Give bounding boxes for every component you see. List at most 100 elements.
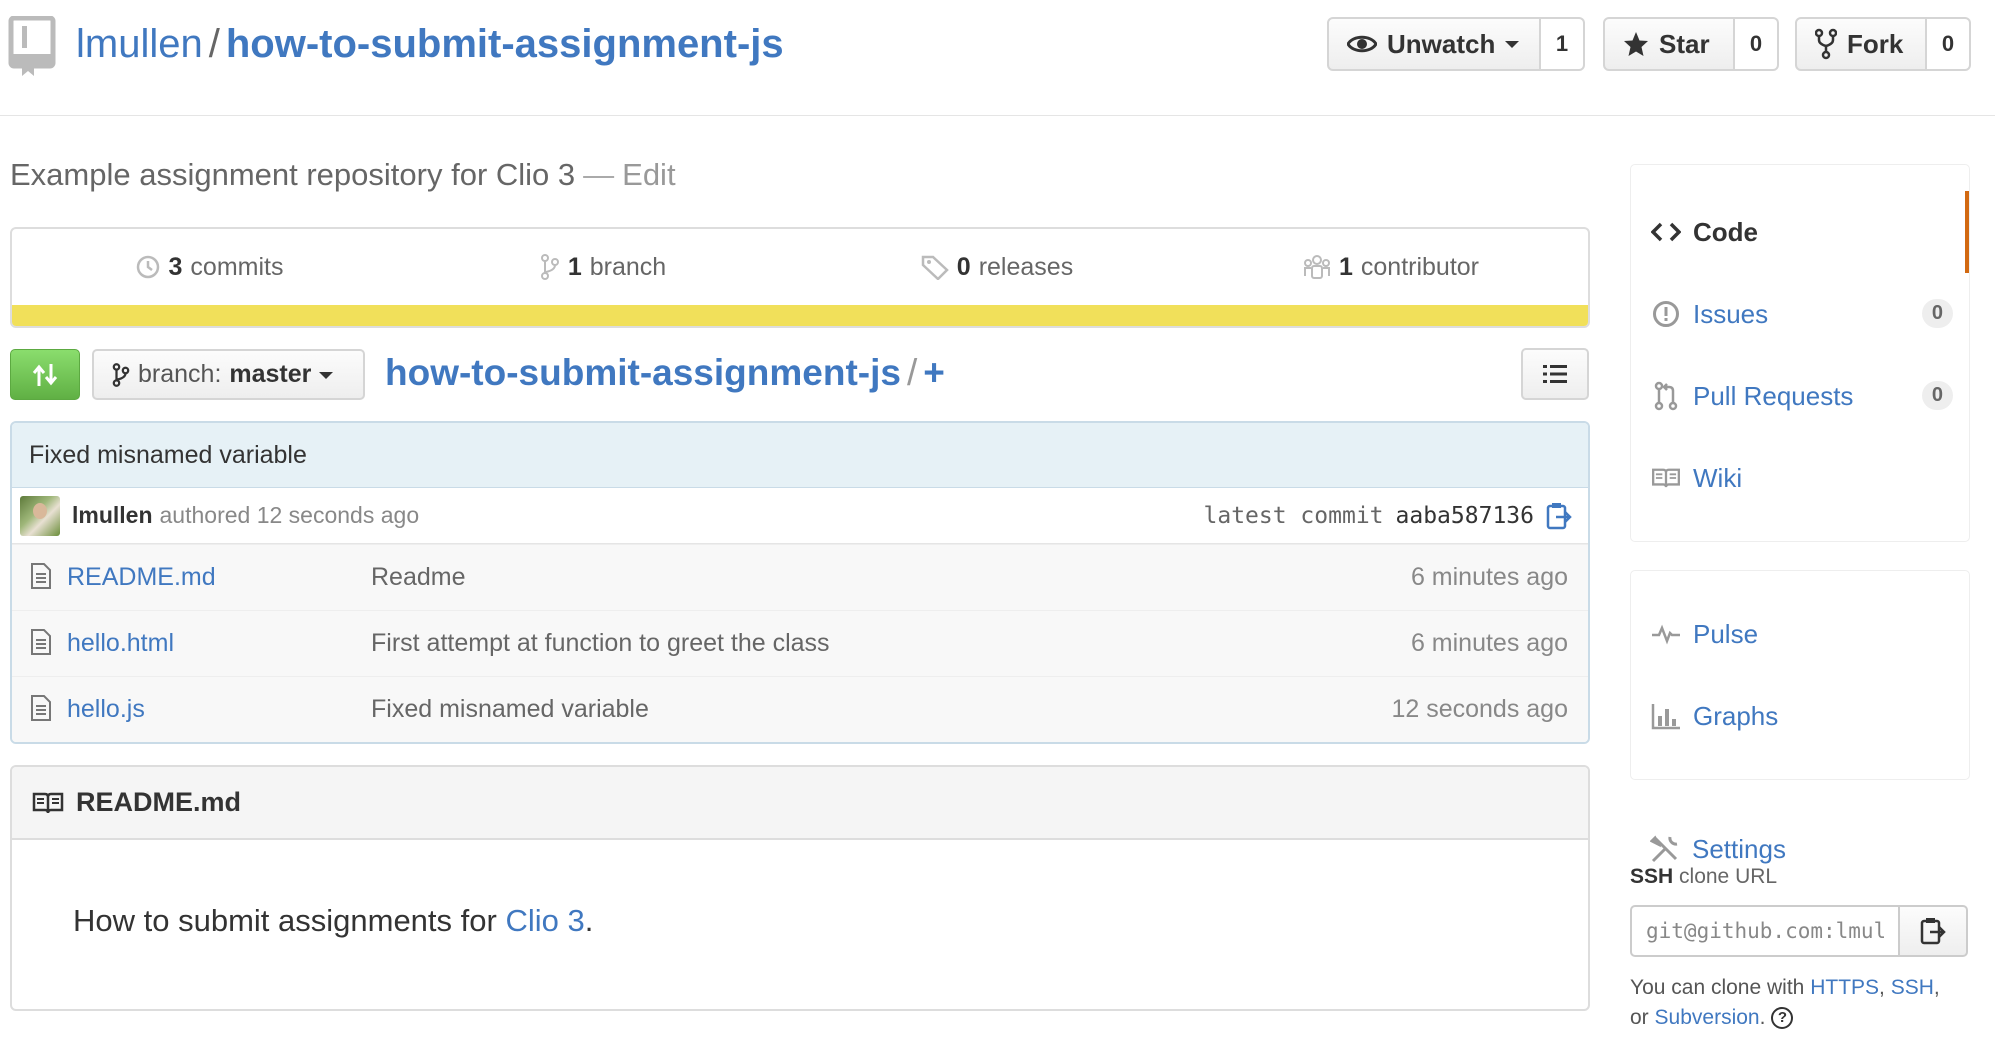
organization-icon <box>1303 254 1331 280</box>
compare-button[interactable] <box>10 349 80 400</box>
graph-icon <box>1651 701 1681 731</box>
copy-clone-url-button[interactable] <box>1900 905 1968 957</box>
tools-icon <box>1650 834 1680 864</box>
sidebar-item-graphs[interactable]: Graphs <box>1631 675 1969 757</box>
file-age: 12 seconds ago <box>1391 695 1568 723</box>
latest-commit-message[interactable]: Fixed misnamed variable <box>12 423 1588 488</box>
latest-commit: latest commit aaba587136 <box>1204 502 1573 530</box>
releases-link[interactable]: 0 releases <box>800 229 1194 305</box>
sidebar-item-label: Pull Requests <box>1693 380 1854 411</box>
sidebar-item-code[interactable]: Code <box>1631 191 1969 273</box>
new-file-link[interactable]: + <box>923 352 945 393</box>
branch-select-button[interactable]: branch: master <box>92 349 365 400</box>
file-commit-message[interactable]: Readme <box>371 563 466 592</box>
question-icon[interactable]: ? <box>1771 1007 1794 1030</box>
readme-box: README.md How to submit assignments for … <box>10 765 1590 1011</box>
clone-help-or: or <box>1630 1006 1649 1029</box>
file-age: 6 minutes ago <box>1410 563 1568 591</box>
owner-link[interactable]: lmullen <box>76 22 203 66</box>
sidebar-item-label: Settings <box>1692 833 1786 864</box>
readme-clio-link[interactable]: Clio 3 <box>505 903 584 938</box>
unwatch-button[interactable]: Unwatch <box>1327 17 1541 71</box>
clone-label: SSH clone URL <box>1630 865 1970 889</box>
releases-count: 0 <box>956 252 971 281</box>
clone-url-input[interactable] <box>1630 905 1900 957</box>
pulse-icon <box>1651 619 1681 649</box>
clone-ssh-link[interactable]: SSH <box>1891 976 1934 999</box>
repo-header: lmullen / how-to-submit-assignment-js Unwa… <box>0 0 1995 116</box>
clone-help-period: . <box>1759 1006 1766 1029</box>
readme-body: How to submit assignments for Clio 3. <box>12 840 1588 939</box>
sidebar-item-label: Issues <box>1693 298 1769 329</box>
sidebar-item-label: Graphs <box>1693 700 1779 731</box>
star-group: Star 0 <box>1603 17 1779 71</box>
contributors-count: 1 <box>1338 252 1353 281</box>
readme-text-end: . <box>584 903 594 938</box>
breadcrumb-repo-link[interactable]: how-to-submit-assignment-js <box>385 352 901 393</box>
commits-link[interactable]: 3 commits <box>12 229 406 305</box>
star-button[interactable]: Star <box>1603 17 1735 71</box>
watchers-count[interactable]: 1 <box>1541 17 1585 71</box>
clone-https-link[interactable]: HTTPS <box>1810 976 1879 999</box>
star-label: Star <box>1659 28 1710 59</box>
branches-label: branch <box>589 252 667 281</box>
file-name-link[interactable]: hello.js <box>67 695 145 724</box>
list-icon <box>1542 364 1568 384</box>
description-text: Example assignment repository for Clio 3 <box>10 157 576 192</box>
file-commit-message[interactable]: Fixed misnamed variable <box>371 695 649 724</box>
commit-author[interactable]: lmullen <box>72 502 153 529</box>
commits-count: 3 <box>168 252 183 281</box>
book-icon <box>1651 463 1681 493</box>
commit-sha-link[interactable]: aaba587136 <box>1396 503 1534 529</box>
fork-button[interactable]: Fork <box>1795 17 1927 71</box>
readme-text: How to submit assignments for <box>73 903 506 938</box>
clone-protocol: SSH <box>1630 865 1674 888</box>
file-name-link[interactable]: README.md <box>67 563 216 592</box>
file-commit-message[interactable]: First attempt at function to greet the c… <box>371 629 830 658</box>
issue-opened-icon <box>1651 299 1681 329</box>
branch-icon <box>112 362 130 388</box>
avatar[interactable] <box>20 495 60 536</box>
clone-help-text: You can clone with HTTPS, SSH, or Subver… <box>1630 973 1970 1033</box>
clipboard-icon <box>1920 916 1946 946</box>
forks-count[interactable]: 0 <box>1927 17 1971 71</box>
clipboard-icon[interactable] <box>1546 502 1572 530</box>
sidebar-item-pulse[interactable]: Pulse <box>1631 593 1969 675</box>
branches-link[interactable]: 1 branch <box>406 229 800 305</box>
file-text-icon <box>30 628 52 656</box>
description-dash: — <box>583 157 615 192</box>
clone-label-text: clone URL <box>1679 865 1778 888</box>
compare-arrows-icon <box>30 360 60 390</box>
sidebar-item-label: Pulse <box>1693 618 1759 649</box>
file-browser: Fixed misnamed variable lmullen authored… <box>10 421 1590 744</box>
sidebar-item-issues[interactable]: Issues 0 <box>1631 273 1969 355</box>
clone-subversion-link[interactable]: Subversion <box>1655 1006 1760 1029</box>
tag-icon <box>921 254 949 280</box>
issues-counter: 0 <box>1921 299 1953 328</box>
code-icon <box>1651 217 1681 247</box>
file-age: 6 minutes ago <box>1410 629 1568 657</box>
repo-icon <box>8 16 58 78</box>
stargazers-count[interactable]: 0 <box>1735 17 1779 71</box>
releases-label: releases <box>978 252 1074 281</box>
sidebar-item-wiki[interactable]: Wiki <box>1631 437 1969 519</box>
sidebar-item-label: Wiki <box>1693 462 1743 493</box>
contributors-label: contributor <box>1360 252 1480 281</box>
file-name-link[interactable]: hello.html <box>67 629 174 658</box>
edit-description-link[interactable]: Edit <box>622 157 675 192</box>
sidebar-item-label: Code <box>1693 216 1758 247</box>
language-bar[interactable] <box>12 305 1588 326</box>
clone-url-box: SSH clone URL You can clone with HTTPS, … <box>1630 865 1970 1033</box>
sidebar-nav-main: Code Issues 0 Pull Requests 0 Wiki <box>1630 164 1970 542</box>
caret-down-icon <box>319 370 334 380</box>
fork-icon <box>1815 28 1837 60</box>
sidebar-item-pull-requests[interactable]: Pull Requests 0 <box>1631 355 1969 437</box>
clone-help-prefix: You can clone with <box>1630 976 1805 999</box>
repo-name-link[interactable]: how-to-submit-assignment-js <box>226 22 784 66</box>
eye-icon <box>1347 33 1377 55</box>
latest-commit-label: latest commit <box>1203 503 1384 529</box>
repo-title: lmullen / how-to-submit-assignment-js <box>76 20 784 68</box>
toggle-list-button[interactable] <box>1521 348 1589 400</box>
contributors-link[interactable]: 1 contributor <box>1194 229 1588 305</box>
pulls-counter: 0 <box>1921 381 1953 410</box>
